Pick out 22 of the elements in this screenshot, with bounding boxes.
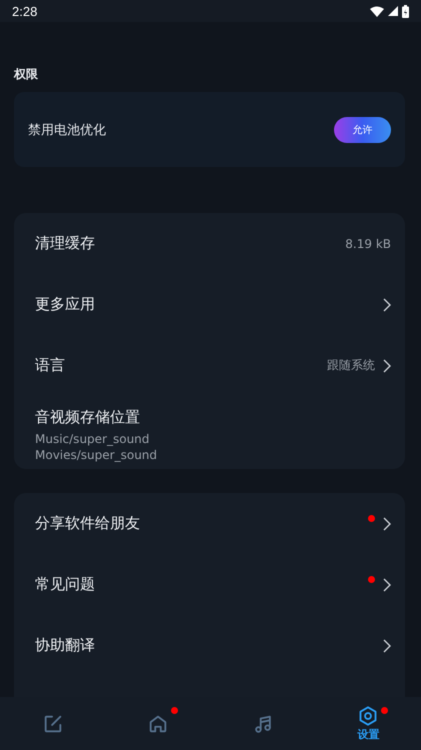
status-time: 2:28 xyxy=(12,4,38,18)
setting-label: 音视频存储位置 xyxy=(35,408,141,427)
signal-icon xyxy=(388,6,398,16)
setting-row[interactable]: 协助翻译 xyxy=(14,615,405,676)
setting-row[interactable]: 清理缓存 8.19 kB xyxy=(14,213,405,274)
settings-icon xyxy=(357,705,380,727)
setting-row[interactable]: 语言 跟随系统 xyxy=(14,335,405,396)
allow-button[interactable]: 允许 xyxy=(334,116,391,142)
chevron-right-icon xyxy=(383,516,391,530)
setting-row[interactable]: 分享软件给朋友 xyxy=(14,493,405,554)
battery-icon xyxy=(402,4,409,18)
chevron-right-icon xyxy=(383,578,391,592)
chevron-right-icon xyxy=(383,638,391,652)
permission-label: 禁用电池优化 xyxy=(28,122,106,138)
chevron-right-icon xyxy=(383,298,391,312)
storage-path: Movies/super_sound xyxy=(35,447,158,463)
storage-path: Music/super_sound xyxy=(35,431,150,447)
setting-row[interactable]: 常见问题 xyxy=(14,554,405,615)
setting-row[interactable]: 更多应用 xyxy=(14,274,405,335)
chevron-right-icon xyxy=(383,358,391,372)
wifi-icon xyxy=(370,6,384,16)
section-title: 权限 xyxy=(14,66,39,83)
